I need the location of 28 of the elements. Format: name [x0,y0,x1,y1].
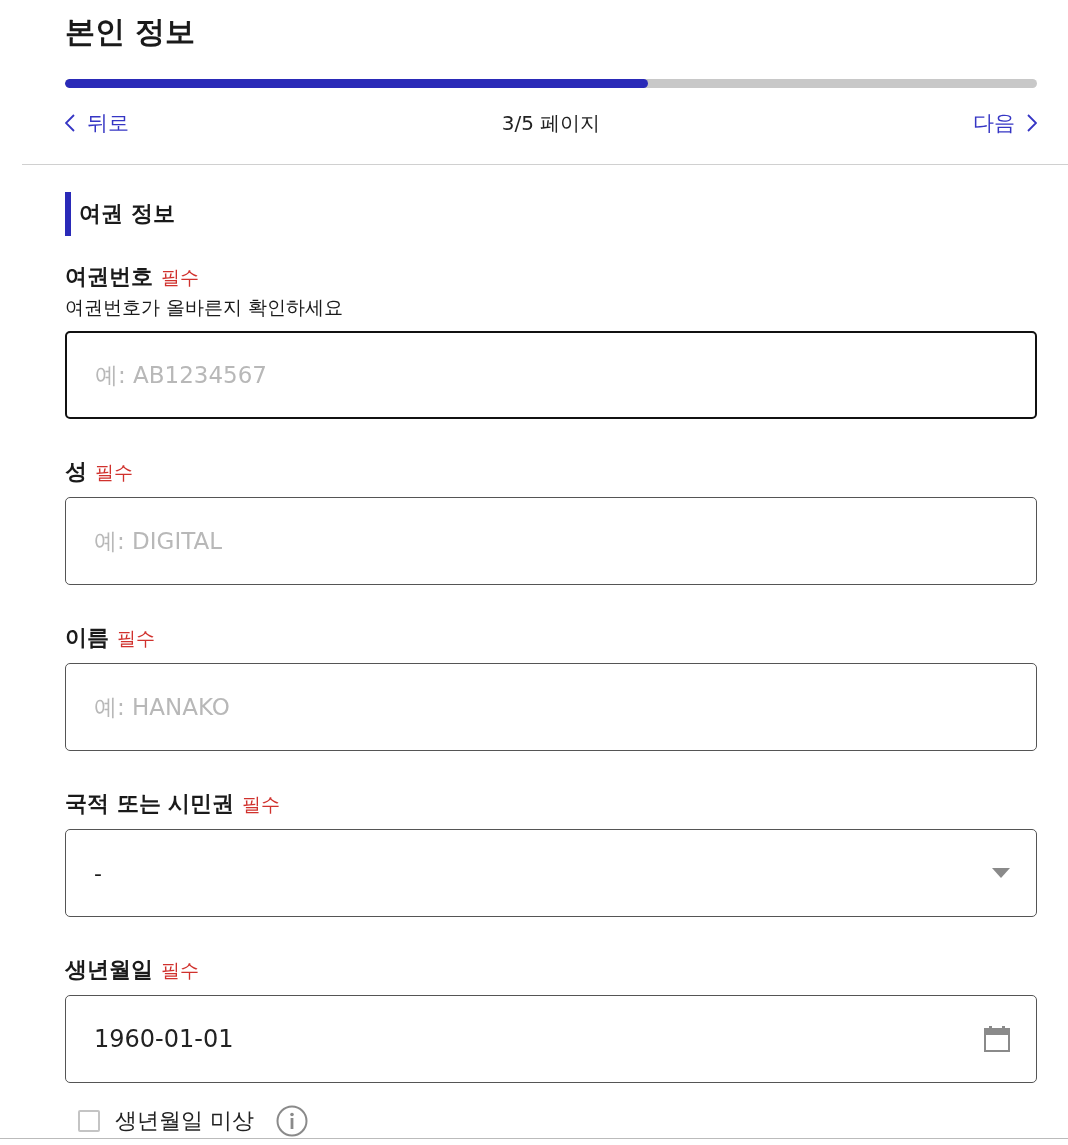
field-label: 성 [65,458,87,486]
section-heading: 여권 정보 [65,192,179,236]
required-label: 필수 [161,265,199,290]
field-label: 국적 또는 시민권 [65,790,235,818]
chevron-left-icon [65,114,75,132]
page-title: 본인 정보 [65,13,196,51]
caret-icon [992,868,1010,878]
checkbox-label[interactable]: 생년월일 미상 [115,1106,254,1136]
date-field[interactable]: 1960-01-01 [65,995,1037,1083]
field-label: 이름 [65,624,109,652]
required-label: 필수 [161,958,199,983]
field-label: 생년월일 [65,956,153,984]
text-input-field[interactable]: 예: HANAKO [65,663,1037,751]
required-label: 필수 [117,626,155,651]
checkbox[interactable] [78,1110,100,1132]
next-link[interactable]: 다음 [973,109,1037,137]
info-icon[interactable] [276,1105,308,1137]
text-input-field[interactable]: 예: DIGITAL [65,497,1037,585]
calendar-icon [984,1026,1010,1052]
back-link[interactable]: 뒤로 [65,109,129,137]
required-label: 필수 [95,460,133,485]
field-label: 여권번호 [65,263,153,291]
text-input-field[interactable]: 예: AB1234567 [65,331,1037,419]
required-label: 필수 [242,792,281,817]
chevron-right-icon [1027,114,1037,132]
field-hint: 여권번호가 올바른지 확인하세요 [65,295,344,320]
select-field[interactable]: - [65,829,1037,917]
page-indicator: 3/5 페이지 [501,109,601,137]
